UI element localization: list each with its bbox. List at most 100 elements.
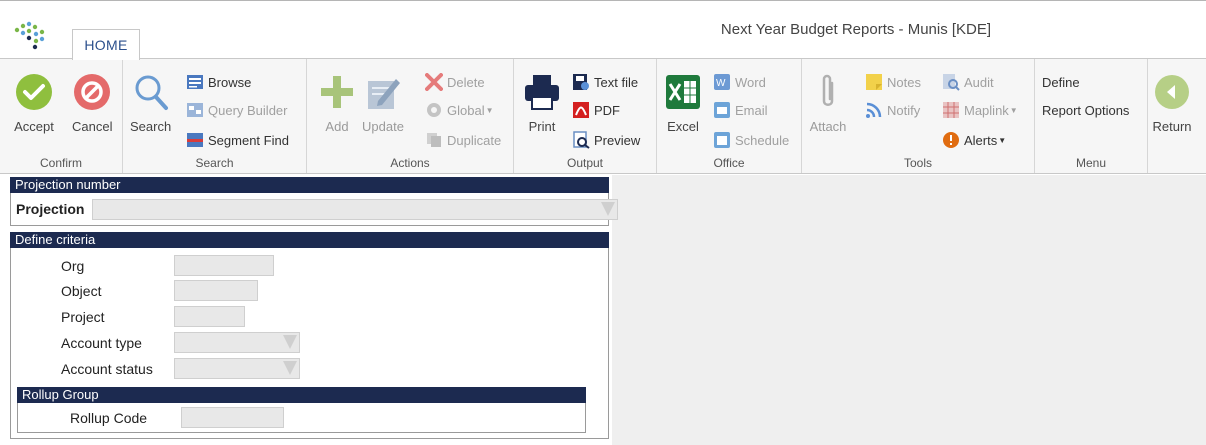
segment-find-icon: [186, 131, 204, 149]
global-button[interactable]: Global ▼: [425, 99, 494, 121]
tab-home[interactable]: HOME: [72, 29, 140, 60]
projection-panel-title: Projection number: [10, 177, 609, 193]
group-actions: Add Update Delete Global ▼ Duplicate Acti…: [307, 59, 514, 173]
duplicate-icon: [425, 131, 443, 149]
ribbon: Accept Cancel Confirm Search Browse Quer…: [0, 58, 1206, 174]
segment-find-button[interactable]: Segment Find: [186, 129, 289, 151]
maplink-icon: [942, 101, 960, 119]
word-button[interactable]: W Word: [713, 71, 766, 93]
search-icon: [131, 71, 171, 113]
notify-button[interactable]: Notify: [865, 99, 920, 121]
excel-icon: [663, 71, 703, 113]
delete-x-icon: [425, 73, 443, 91]
check-icon: [14, 71, 54, 113]
email-button[interactable]: Email: [713, 99, 768, 121]
return-button[interactable]: Return: [1152, 71, 1192, 134]
chevron-down-icon: ▼: [485, 105, 494, 115]
preview-button[interactable]: Preview: [572, 129, 640, 151]
paperclip-icon: [808, 71, 848, 113]
plus-icon: [317, 71, 357, 113]
title-bar: HOME Next Year Budget Reports - Munis [K…: [0, 1, 1206, 60]
audit-button[interactable]: Audit: [942, 71, 994, 93]
chevron-down-icon: [601, 202, 615, 216]
chevron-down-icon: [283, 335, 297, 349]
account-status-label: Account status: [61, 361, 153, 377]
accept-button[interactable]: Accept: [14, 71, 54, 134]
project-label: Project: [61, 309, 105, 325]
alert-icon: [942, 131, 960, 149]
account-status-select[interactable]: [174, 358, 300, 379]
preview-icon: [572, 131, 590, 149]
group-label-office: Office: [713, 156, 745, 170]
group-label-confirm: Confirm: [39, 156, 82, 170]
cancel-button[interactable]: Cancel: [72, 71, 112, 134]
account-type-label: Account type: [61, 335, 142, 351]
criteria-panel-title: Define criteria: [10, 232, 609, 248]
group-label-menu: Menu: [1075, 156, 1107, 170]
email-icon: [713, 101, 731, 119]
edit-icon: [363, 71, 403, 113]
projection-label: Projection: [16, 201, 85, 217]
duplicate-button[interactable]: Duplicate: [425, 129, 501, 151]
svg-text:W: W: [716, 78, 726, 89]
word-icon: W: [713, 73, 731, 91]
query-builder-button[interactable]: Query Builder: [186, 99, 287, 121]
project-field[interactable]: [174, 306, 245, 327]
account-type-select[interactable]: [174, 332, 300, 353]
report-options-button[interactable]: Report Options: [1042, 99, 1129, 121]
define-button[interactable]: Define: [1042, 71, 1080, 93]
browse-icon: [186, 73, 204, 91]
group-label-search: Search: [195, 156, 234, 170]
group-menu: Define Report Options Menu: [1035, 59, 1148, 173]
group-tools: Attach Notes Notify Audit Maplink ▼ Alert…: [802, 59, 1035, 173]
content-background: [612, 175, 1206, 445]
org-field[interactable]: [174, 255, 274, 276]
alerts-button[interactable]: Alerts ▼: [942, 129, 1006, 151]
global-icon: [425, 101, 443, 119]
group-confirm: Accept Cancel Confirm: [0, 59, 123, 173]
add-button[interactable]: Add: [317, 71, 357, 134]
attach-button[interactable]: Attach: [808, 71, 848, 134]
chevron-down-icon: ▼: [1009, 105, 1018, 115]
rollup-code-label: Rollup Code: [70, 410, 148, 426]
rollup-panel-title: Rollup Group: [17, 387, 586, 403]
schedule-icon: [713, 131, 731, 149]
update-button[interactable]: Update: [362, 71, 404, 134]
pdf-button[interactable]: PDF: [572, 99, 620, 121]
group-label-tools: Tools: [903, 156, 932, 170]
group-output: Print Text file PDF Preview Output: [514, 59, 657, 173]
chevron-down-icon: [283, 361, 297, 375]
search-button[interactable]: Search: [130, 71, 171, 134]
notes-button[interactable]: Notes: [865, 71, 921, 93]
object-field[interactable]: [174, 280, 258, 301]
delete-button[interactable]: Delete: [425, 71, 485, 93]
text-file-button[interactable]: Text file: [572, 71, 638, 93]
notify-icon: [865, 101, 883, 119]
object-label: Object: [61, 283, 102, 299]
printer-icon: [522, 71, 562, 113]
excel-button[interactable]: Excel: [663, 71, 703, 134]
rollup-code-field[interactable]: [181, 407, 284, 428]
cancel-icon: [72, 71, 112, 113]
query-builder-icon: [186, 101, 204, 119]
chevron-down-icon: ▼: [998, 135, 1007, 145]
munis-logo-icon: [14, 21, 45, 50]
group-office: Excel W Word Email Schedule Office: [657, 59, 802, 173]
text-file-icon: [572, 73, 590, 91]
group-label-output: Output: [566, 156, 604, 170]
print-button[interactable]: Print: [522, 71, 562, 134]
rollup-panel: Rollup Code: [17, 403, 586, 433]
window-title: Next Year Budget Reports - Munis [KDE]: [720, 21, 992, 38]
pdf-icon: [572, 101, 590, 119]
return-arrow-icon: [1152, 71, 1192, 113]
projection-panel: Projection: [10, 193, 618, 226]
group-label-actions: Actions: [390, 156, 430, 170]
maplink-button[interactable]: Maplink ▼: [942, 99, 1018, 121]
audit-icon: [942, 73, 960, 91]
projection-select[interactable]: [92, 199, 618, 220]
browse-button[interactable]: Browse: [186, 71, 251, 93]
notes-icon: [865, 73, 883, 91]
org-label: Org: [61, 258, 85, 274]
group-search: Search Browse Query Builder Segment Find…: [123, 59, 307, 173]
schedule-button[interactable]: Schedule: [713, 129, 789, 151]
